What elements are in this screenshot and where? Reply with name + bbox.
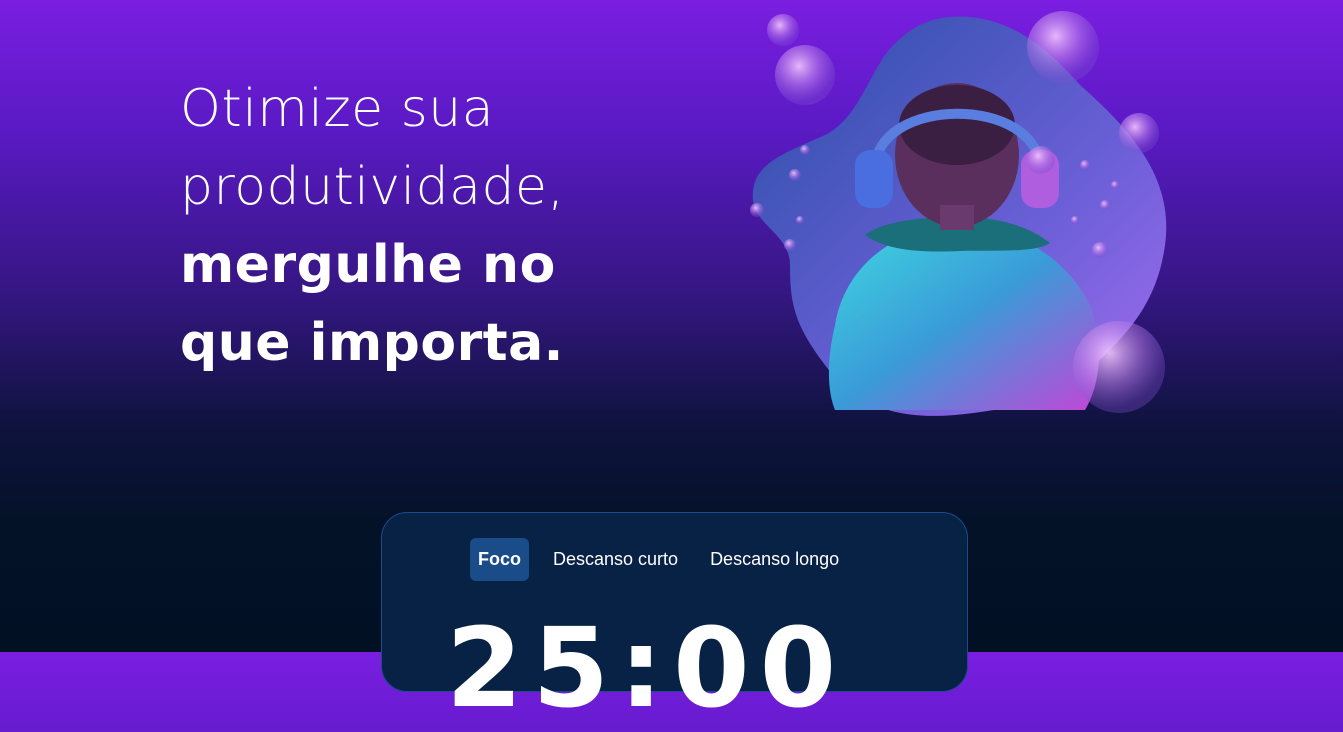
hero-line-1: Otimize sua — [180, 79, 495, 139]
bubble-icon — [767, 14, 799, 46]
timer-card: Foco Descanso curto Descanso longo 25:00 — [381, 512, 968, 723]
hero-line-3: mergulhe no — [180, 235, 556, 295]
bubble-icon — [1073, 321, 1165, 413]
bubble-icon — [1027, 11, 1099, 83]
timer-display: 25:00 — [446, 604, 847, 732]
tab-foco[interactable]: Foco — [470, 538, 529, 581]
hero-line-4: que importa. — [180, 313, 564, 373]
headphone-left — [855, 150, 893, 208]
hero-heading: Otimize sua produtividade, mergulhe no q… — [180, 70, 564, 382]
bubble-icon — [1119, 113, 1159, 153]
tab-descanso-longo[interactable]: Descanso longo — [702, 538, 847, 581]
hero-line-2: produtividade, — [180, 157, 565, 217]
bubble-icon — [775, 45, 835, 105]
hero-illustration — [750, 11, 1167, 416]
tab-descanso-curto[interactable]: Descanso curto — [545, 538, 686, 581]
bubble-icon — [1027, 146, 1055, 174]
timer-tabs: Foco Descanso curto Descanso longo — [470, 538, 863, 581]
